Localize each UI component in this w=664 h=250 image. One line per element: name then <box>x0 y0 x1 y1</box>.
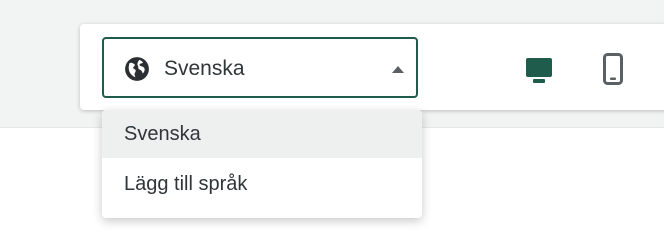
selected-language-value: Svenska <box>164 57 245 80</box>
language-option-svenska[interactable]: Svenska <box>102 110 422 158</box>
add-language-option[interactable]: Lägg till språk <box>102 160 422 208</box>
language-dropdown-menu: Svenska Lägg till språk <box>102 110 422 218</box>
globe-icon <box>125 57 149 81</box>
mobile-icon[interactable] <box>603 53 623 85</box>
desktop-icon[interactable] <box>525 55 553 85</box>
caret-up-icon <box>392 66 404 73</box>
language-select[interactable]: Svenska <box>102 37 418 98</box>
